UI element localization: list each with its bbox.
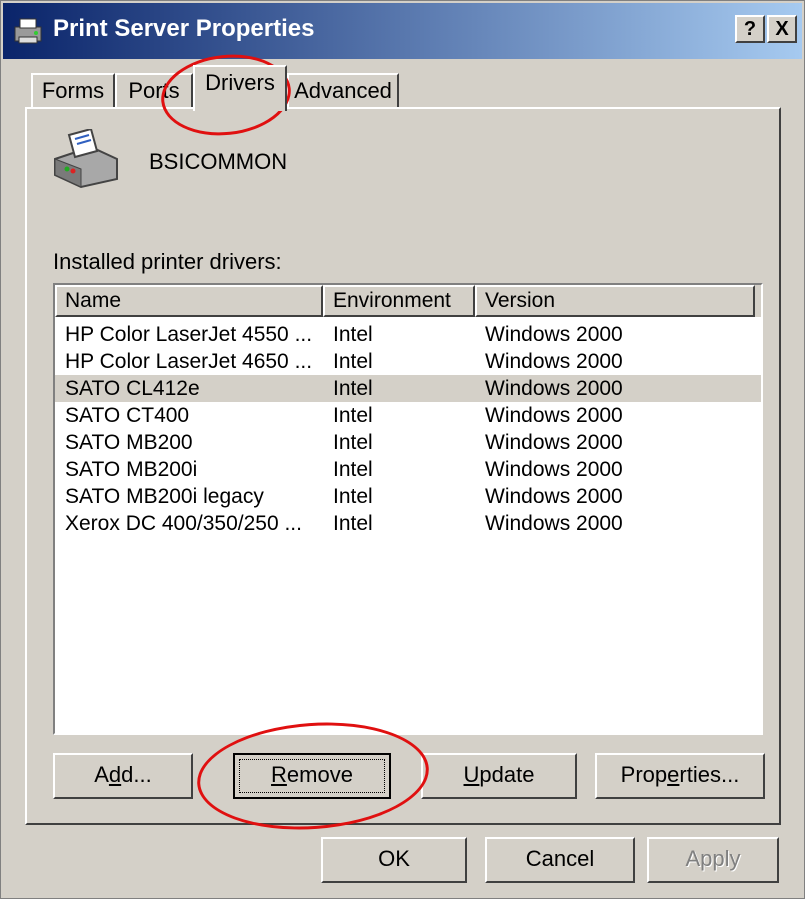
driver-name: SATO CT400 xyxy=(65,404,190,427)
add-button[interactable]: Add... xyxy=(53,753,193,799)
remove-label: Remove xyxy=(271,762,353,787)
window-title: Print Server Properties xyxy=(53,15,315,42)
remove-label-key: R xyxy=(271,762,287,787)
help-button[interactable]: ? xyxy=(735,15,765,43)
driver-version: Windows 2000 xyxy=(485,377,623,400)
apply-button[interactable]: Apply xyxy=(647,837,779,883)
driver-version: Windows 2000 xyxy=(485,350,623,373)
column-header-name[interactable]: Name xyxy=(55,285,323,317)
driver-row[interactable]: SATO MB200 Intel Windows 2000 xyxy=(55,429,761,456)
remove-button[interactable]: Remove xyxy=(233,753,391,799)
close-button[interactable]: X xyxy=(767,15,797,43)
driver-row[interactable]: SATO MB200i Intel Windows 2000 xyxy=(55,456,761,483)
driver-name: HP Color LaserJet 4550 ... xyxy=(65,323,313,346)
driver-environment: Intel xyxy=(333,512,373,535)
driver-environment: Intel xyxy=(333,431,373,454)
driver-name: SATO MB200i xyxy=(65,458,198,481)
tab-ports[interactable]: Ports xyxy=(115,73,193,109)
update-label-key: U xyxy=(463,762,480,787)
driver-version: Windows 2000 xyxy=(485,431,623,454)
title-bar[interactable]: Print Server Properties ? X xyxy=(3,3,802,59)
driver-environment: Intel xyxy=(333,350,373,373)
driver-row[interactable]: HP Color LaserJet 4550 ... Intel Windows… xyxy=(55,321,761,348)
driver-row[interactable]: HP Color LaserJet 4650 ... Intel Windows… xyxy=(55,348,761,375)
add-label-key: d xyxy=(108,762,122,787)
remove-label-post: emove xyxy=(286,762,353,787)
driver-environment: Intel xyxy=(333,323,373,346)
drivers-list[interactable]: Name Environment Version HP Color LaserJ… xyxy=(53,283,763,735)
list-header: Name Environment Version xyxy=(55,285,761,317)
driver-name: SATO MB200 xyxy=(65,431,193,454)
driver-version: Windows 2000 xyxy=(485,512,623,535)
update-label-post: pdate xyxy=(479,762,535,787)
server-name: BSICOMMON xyxy=(149,149,288,174)
driver-row[interactable]: Xerox DC 400/350/250 ... Intel Windows 2… xyxy=(55,510,761,537)
column-header-version[interactable]: Version xyxy=(475,285,755,317)
driver-version: Windows 2000 xyxy=(485,323,623,346)
driver-name: SATO MB200i legacy xyxy=(65,485,264,508)
properties-button[interactable]: Properties... xyxy=(595,753,765,799)
properties-label-pre: Prop xyxy=(620,762,668,787)
printer-server-icon xyxy=(14,18,42,44)
properties-label-key: e xyxy=(667,762,680,787)
driver-environment: Intel xyxy=(333,485,373,508)
driver-name: HP Color LaserJet 4650 ... xyxy=(65,350,313,373)
ok-button[interactable]: OK xyxy=(321,837,467,883)
driver-name: Xerox DC 400/350/250 ... xyxy=(65,512,302,535)
cancel-button[interactable]: Cancel xyxy=(485,837,635,883)
tab-advanced[interactable]: Advanced xyxy=(287,73,399,109)
update-button[interactable]: Update xyxy=(421,753,577,799)
tab-forms[interactable]: Forms xyxy=(31,73,115,109)
driver-row-selected[interactable]: SATO CL412e Intel Windows 2000 xyxy=(55,375,761,402)
driver-environment: Intel xyxy=(333,404,373,427)
driver-environment: Intel xyxy=(333,377,373,400)
column-header-environment[interactable]: Environment xyxy=(323,285,475,317)
add-label-post: d... xyxy=(121,762,152,787)
driver-row[interactable]: SATO MB200i legacy Intel Windows 2000 xyxy=(55,483,761,510)
add-label-pre: A xyxy=(94,762,109,787)
driver-row[interactable]: SATO CT400 Intel Windows 2000 xyxy=(55,402,761,429)
tab-drivers[interactable]: Drivers xyxy=(193,65,287,111)
driver-version: Windows 2000 xyxy=(485,458,623,481)
printer-icon xyxy=(54,129,118,189)
installed-drivers-label: Installed printer drivers: xyxy=(53,249,282,274)
driver-name: SATO CL412e xyxy=(65,377,200,400)
print-server-properties-window: Print Server Properties ? X Forms Ports … xyxy=(0,0,805,899)
properties-label-post: rties... xyxy=(679,762,740,787)
driver-version: Windows 2000 xyxy=(485,485,623,508)
driver-environment: Intel xyxy=(333,458,373,481)
driver-version: Windows 2000 xyxy=(485,404,623,427)
